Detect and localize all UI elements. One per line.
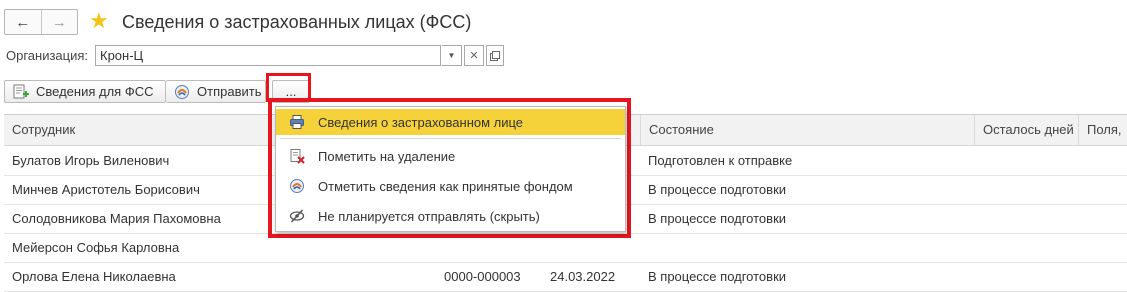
navigation-group: ← →: [4, 9, 78, 35]
svedeniya-fss-label: Сведения для ФСС: [36, 84, 154, 99]
cell-employee: Солодовникова Мария Пахомовна: [12, 211, 221, 226]
menu-item-svedeniya-zl[interactable]: Сведения о застрахованном лице: [276, 109, 625, 135]
open-window-icon: [490, 50, 500, 61]
menu-separator: [280, 138, 621, 139]
page-title: Сведения о застрахованных лицах (ФСС): [122, 12, 472, 32]
menu-item-hide[interactable]: Не планируется отправлять (скрыть): [276, 203, 625, 229]
organization-field[interactable]: Крон-Ц: [95, 45, 441, 66]
cell-state: В процессе подготовки: [648, 269, 787, 284]
cell-state: В процессе подготовки: [648, 211, 787, 226]
table-row[interactable]: Орлова Елена Николаевна 0000-000003 24.0…: [4, 262, 1127, 292]
cell-employee: Орлова Елена Николаевна: [12, 269, 176, 284]
fss-logo-icon: [290, 179, 304, 193]
organization-clear-button[interactable]: ✕: [464, 45, 484, 66]
back-button[interactable]: ←: [5, 10, 42, 34]
organization-dropdown-button[interactable]: ▼: [442, 45, 462, 66]
close-icon: ✕: [469, 50, 479, 62]
cell-employee: Минчев Аристотель Борисович: [12, 182, 200, 197]
printer-icon: [290, 115, 304, 129]
cell-state: Подготовлен к отправке: [648, 153, 793, 168]
column-header-days-left[interactable]: Осталось дней: [974, 115, 1078, 145]
chevron-down-icon: ▼: [447, 51, 456, 60]
svedeniya-fss-button[interactable]: Сведения для ФСС: [4, 80, 166, 103]
hide-icon: [289, 209, 305, 223]
forward-button[interactable]: →: [42, 10, 78, 34]
menu-item-label: Отметить сведения как принятые фондом: [318, 178, 573, 194]
delete-mark-icon: [290, 149, 305, 164]
organization-label: Организация:: [6, 48, 89, 63]
organization-open-button[interactable]: [486, 45, 504, 66]
column-header-state[interactable]: Состояние: [640, 115, 974, 145]
arrow-left-icon: ←: [15, 13, 31, 31]
arrow-right-icon: →: [51, 13, 67, 31]
fss-logo-icon: [175, 84, 189, 99]
document-add-icon: [13, 84, 29, 98]
menu-item-label: Пометить на удаление: [318, 148, 456, 164]
menu-item-label: Не планируется отправлять (скрыть): [318, 208, 540, 224]
menu-item-mark-accepted[interactable]: Отметить сведения как принятые фондом: [276, 173, 625, 199]
more-actions-menu: Сведения о застрахованном лице Пометить …: [275, 106, 626, 232]
organization-value: Крон-Ц: [100, 48, 144, 63]
send-button[interactable]: Отправить: [166, 80, 266, 103]
cell-state: В процессе подготовки: [648, 182, 787, 197]
cell-date: 24.03.2022: [550, 269, 616, 284]
menu-item-mark-delete[interactable]: Пометить на удаление: [276, 143, 625, 169]
column-header-fields[interactable]: Поля,: [1078, 115, 1127, 145]
column-header-employee[interactable]: Сотрудник: [4, 115, 272, 145]
favorite-star-icon[interactable]: ★: [89, 9, 109, 33]
send-label: Отправить: [197, 84, 262, 99]
menu-item-label: Сведения о застрахованном лице: [318, 114, 524, 130]
cell-employee: Мейерсон Софья Карловна: [12, 240, 180, 255]
cell-employee: Булатов Игорь Виленович: [12, 153, 170, 168]
cell-number: 0000-000003: [444, 269, 521, 284]
